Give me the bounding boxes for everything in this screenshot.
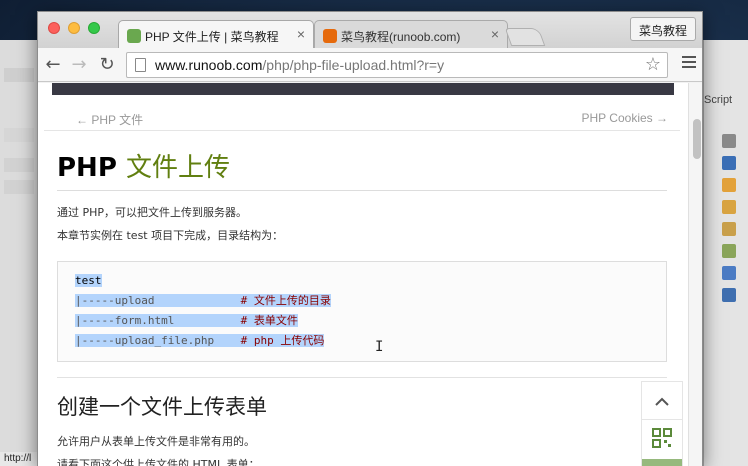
panel-tool-icon[interactable] [722,222,736,236]
section-paragraph-2: 请看下面这个供上传文件的 HTML 表单： [57,458,260,466]
code-hash: # php [240,334,281,347]
ide-tree-icon [4,128,34,142]
page-header-bar [52,83,674,95]
background-ide-window [0,40,40,466]
code-line: |-----upload # 文件上传的目录 [75,292,331,310]
intro-paragraph: 通过 PHP，可以把文件上传到服务器。 [57,206,248,219]
tab-close-icon[interactable]: × [491,26,499,42]
window-minimize-button[interactable] [68,22,80,34]
code-line: test [75,272,102,290]
background-status-text: http://l [0,452,40,466]
window-maximize-button[interactable] [88,22,100,34]
panel-tool-icon[interactable] [722,200,736,214]
forward-arrow-icon[interactable]: → [68,54,90,76]
panel-tool-icon[interactable] [722,244,736,258]
browser-toolbar: ← → ↻ www.runoob.com/php/php-file-upload… [38,48,702,82]
address-bar[interactable]: www.runoob.com/php/php-file-upload.html?… [126,52,668,78]
panel-tool-icon[interactable] [722,266,736,280]
window-close-button[interactable] [48,22,60,34]
scrollbar-thumb[interactable] [693,119,701,159]
code-text: test [75,274,102,287]
ide-tree-icon [4,158,34,172]
profile-button[interactable]: 菜鸟教程 [629,17,696,41]
panel-tool-icon[interactable] [722,134,736,148]
code-line: |-----form.html # 表单文件 [75,312,298,330]
code-block[interactable]: test |-----upload # 文件上传的目录 |-----form.h… [57,261,667,362]
chevron-up-icon[interactable] [642,382,682,420]
new-tab-button[interactable] [504,28,546,46]
ide-tree-icon [4,180,34,194]
page-title-bold: PHP [57,153,117,183]
code-path: |-----form.html [75,314,241,327]
code-path: |-----upload_file.php [75,334,241,347]
code-hash: # [240,294,254,307]
tab-label: PHP 文件上传 | 菜鸟教程 [145,30,279,44]
qr-code-icon[interactable] [652,428,672,448]
page-title: PHP 文件上传 [57,147,230,184]
prev-page-link[interactable]: ← PHP 文件 [76,111,143,128]
favicon-icon [127,29,141,43]
code-path: |-----upload [75,294,241,307]
section-heading: 创建一个文件上传表单 [57,395,267,419]
tab-runoob-home[interactable]: 菜鸟教程(runoob.com) × [314,20,508,48]
intro-paragraph-2: 本章节实例在 test 项目下完成，目录结构为： [57,229,284,242]
code-line: |-----upload_file.php # php 上传代码 [75,332,325,350]
page-icon [135,58,146,72]
address-bar-url[interactable]: www.runoob.com/php/php-file-upload.html?… [155,57,444,73]
background-right-panel: Script [703,40,748,466]
reload-icon[interactable]: ↻ [96,54,118,76]
browser-titlebar: PHP 文件上传 | 菜鸟教程 × 菜鸟教程(runoob.com) × 菜鸟教… [38,12,702,48]
prev-next-nav: ← PHP 文件 PHP Cookies → [44,105,680,131]
tab-php-file-upload[interactable]: PHP 文件上传 | 菜鸟教程 × [118,20,314,48]
panel-tool-icon[interactable] [722,288,736,302]
code-hash: # [240,314,254,327]
floating-action-button[interactable] [642,459,682,466]
back-arrow-icon[interactable]: ← [42,54,64,76]
page-scrollbar[interactable] [688,83,702,466]
url-host: www.runoob.com [155,57,263,73]
section-paragraph: 允许用户从表单上传文件是非常有用的。 [57,435,255,448]
text-cursor-icon: I [375,339,384,355]
bookmark-star-icon[interactable]: ☆ [645,54,661,75]
next-page-link[interactable]: PHP Cookies → [582,111,668,125]
panel-tool-icon[interactable] [722,178,736,192]
code-comment: 文件上传的目录 [253,294,331,307]
tab-close-icon[interactable]: × [297,26,305,42]
tab-label: 菜鸟教程(runoob.com) [341,30,461,44]
url-path: /php/php-file-upload.html?r=y [262,57,445,73]
title-divider [57,190,667,191]
browser-window: PHP 文件上传 | 菜鸟教程 × 菜鸟教程(runoob.com) × 菜鸟教… [37,11,703,466]
code-comment: 上传代码 [280,334,325,347]
page-viewport: ← PHP 文件 PHP Cookies → PHP 文件上传 通过 PHP，可… [38,83,688,466]
section-divider [57,377,667,378]
page-title-green: 文件上传 [125,153,230,183]
ide-toolbar-icon [4,68,34,82]
menu-hamburger-icon[interactable] [682,56,696,70]
panel-tool-icon[interactable] [722,156,736,170]
code-comment: 表单文件 [253,314,298,327]
floating-tools-panel [641,381,683,466]
favicon-icon [323,29,337,43]
right-panel-label: Script [704,94,733,106]
